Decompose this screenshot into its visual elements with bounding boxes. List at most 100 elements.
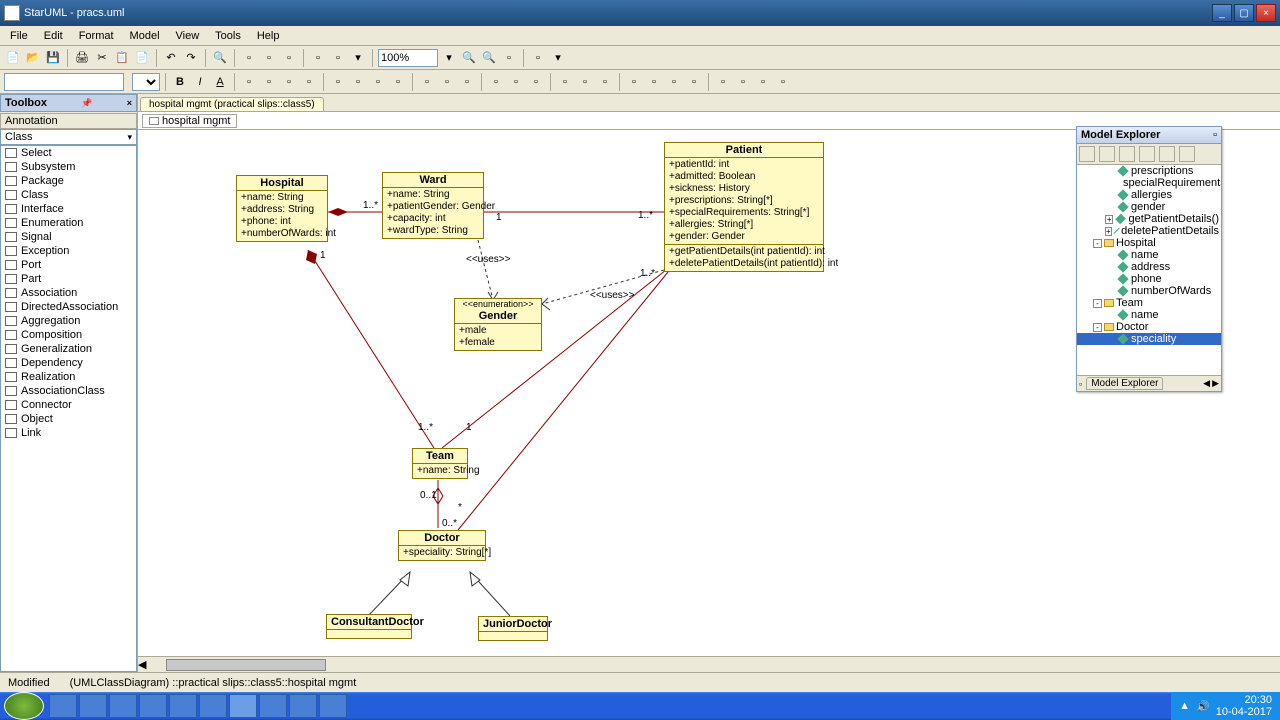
- close-icon[interactable]: ×: [127, 98, 132, 108]
- tool-icon[interactable]: ▫: [240, 49, 258, 67]
- tool-icon[interactable]: ▫: [369, 73, 387, 91]
- toolbox-item-port[interactable]: Port: [1, 258, 136, 272]
- class-ward[interactable]: Ward +name: String +patientGender: Gende…: [382, 172, 484, 239]
- model-explorer-header[interactable]: Model Explorer ▫: [1077, 127, 1221, 144]
- class-hospital[interactable]: Hospital +name: String +address: String …: [236, 175, 328, 242]
- tool-icon[interactable]: ▫: [685, 73, 703, 91]
- dropdown-icon[interactable]: ▾: [127, 132, 132, 143]
- align-icon[interactable]: ▫: [240, 73, 258, 91]
- close-button[interactable]: ×: [1256, 4, 1276, 22]
- toolbox-item-aggregation[interactable]: Aggregation: [1, 314, 136, 328]
- tray-icon[interactable]: ▲: [1179, 700, 1190, 712]
- taskbar-explorer-icon[interactable]: [79, 694, 107, 718]
- toolbox-item-realization[interactable]: Realization: [1, 370, 136, 384]
- tree-node[interactable]: -Team: [1077, 297, 1221, 309]
- toolbox-item-generalization[interactable]: Generalization: [1, 342, 136, 356]
- dropdown-icon[interactable]: ▾: [549, 49, 567, 67]
- tool-icon[interactable]: ▫: [418, 73, 436, 91]
- menu-edit[interactable]: Edit: [36, 28, 71, 44]
- model-explorer-panel[interactable]: Model Explorer ▫ prescriptionsspecialReq…: [1076, 126, 1222, 392]
- toolbox-category-class[interactable]: Class ▾: [0, 129, 137, 145]
- toolbox-item-package[interactable]: Package: [1, 174, 136, 188]
- tool-icon[interactable]: ▫: [329, 49, 347, 67]
- tray-icon[interactable]: 🔊: [1196, 700, 1210, 713]
- tree-node[interactable]: phone: [1077, 273, 1221, 285]
- tool-icon[interactable]: ▫: [625, 73, 643, 91]
- taskbar-app-icon[interactable]: [319, 694, 347, 718]
- font-select[interactable]: [132, 73, 160, 91]
- copy-icon[interactable]: 📋: [113, 49, 131, 67]
- model-explorer-tree[interactable]: prescriptionsspecialRequirementsallergie…: [1077, 165, 1221, 375]
- toolbox-item-part[interactable]: Part: [1, 272, 136, 286]
- tool-icon[interactable]: [1079, 146, 1095, 162]
- tool-icon[interactable]: ▫: [754, 73, 772, 91]
- align-icon[interactable]: ▫: [260, 73, 278, 91]
- taskbar-ie-icon[interactable]: [49, 694, 77, 718]
- menu-format[interactable]: Format: [71, 28, 122, 44]
- italic-icon[interactable]: I: [191, 73, 209, 91]
- sub-tab[interactable]: hospital mgmt: [142, 114, 237, 128]
- tool-icon[interactable]: ▫: [596, 73, 614, 91]
- tree-node[interactable]: +getPatientDetails(): [1077, 213, 1221, 225]
- find-icon[interactable]: 🔍: [211, 49, 229, 67]
- tool-icon[interactable]: ▫: [487, 73, 505, 91]
- tree-node[interactable]: name: [1077, 249, 1221, 261]
- toolbox-item-directedassociation[interactable]: DirectedAssociation: [1, 300, 136, 314]
- toolbox-item-signal[interactable]: Signal: [1, 230, 136, 244]
- zoom-in-icon[interactable]: 🔍: [460, 49, 478, 67]
- toolbox-item-interface[interactable]: Interface: [1, 202, 136, 216]
- tool-icon[interactable]: ▫: [438, 73, 456, 91]
- bold-icon[interactable]: B: [171, 73, 189, 91]
- tool-icon[interactable]: ▫: [734, 73, 752, 91]
- class-consultantdoctor[interactable]: ConsultantDoctor: [326, 614, 412, 639]
- toolbox-item-dependency[interactable]: Dependency: [1, 356, 136, 370]
- tool-icon[interactable]: [1099, 146, 1115, 162]
- taskbar-staruml-icon[interactable]: [229, 694, 257, 718]
- zoom-out-icon[interactable]: 🔍: [480, 49, 498, 67]
- tool-icon[interactable]: [1139, 146, 1155, 162]
- class-gender[interactable]: <<enumeration>> Gender +male +female: [454, 298, 542, 351]
- tree-node[interactable]: prescriptions: [1077, 165, 1221, 177]
- underline-icon[interactable]: A: [211, 73, 229, 91]
- scroll-left-icon[interactable]: ◀: [138, 658, 146, 671]
- menu-view[interactable]: View: [168, 28, 208, 44]
- align-icon[interactable]: ▫: [300, 73, 318, 91]
- paste-icon[interactable]: 📄: [133, 49, 151, 67]
- taskbar-app-icon[interactable]: [259, 694, 287, 718]
- horizontal-scrollbar[interactable]: ◀: [138, 656, 1280, 672]
- cut-icon[interactable]: ✂: [93, 49, 111, 67]
- expand-icon[interactable]: -: [1093, 239, 1102, 248]
- tool-icon[interactable]: ▫: [665, 73, 683, 91]
- dropdown-icon[interactable]: ▾: [349, 49, 367, 67]
- class-doctor[interactable]: Doctor +speciality: String[*]: [398, 530, 486, 561]
- taskbar-app-icon[interactable]: [289, 694, 317, 718]
- taskbar-app-icon[interactable]: [139, 694, 167, 718]
- open-icon[interactable]: 📂: [24, 49, 42, 67]
- expand-icon[interactable]: -: [1093, 323, 1102, 332]
- tree-node[interactable]: address: [1077, 261, 1221, 273]
- scroll-right-icon[interactable]: ▶: [1212, 378, 1219, 389]
- minimize-button[interactable]: _: [1212, 4, 1232, 22]
- expand-icon[interactable]: +: [1105, 215, 1113, 224]
- menu-help[interactable]: Help: [249, 28, 288, 44]
- tool-icon[interactable]: ▫: [280, 49, 298, 67]
- toolbox-item-class[interactable]: Class: [1, 188, 136, 202]
- tree-node[interactable]: gender: [1077, 201, 1221, 213]
- tool-icon[interactable]: ▫: [458, 73, 476, 91]
- tree-node[interactable]: speciality: [1077, 333, 1221, 345]
- align-icon[interactable]: ▫: [280, 73, 298, 91]
- toolbox-item-association[interactable]: Association: [1, 286, 136, 300]
- zoom-dd-icon[interactable]: ▾: [440, 49, 458, 67]
- undo-icon[interactable]: ↶: [162, 49, 180, 67]
- tree-node[interactable]: specialRequirements: [1077, 177, 1221, 189]
- pin-icon[interactable]: 📌: [81, 98, 92, 109]
- tool-icon[interactable]: ▫: [507, 73, 525, 91]
- tool-icon[interactable]: ▫: [349, 73, 367, 91]
- toolbox-item-connector[interactable]: Connector: [1, 398, 136, 412]
- class-team[interactable]: Team +name: String: [412, 448, 468, 479]
- taskbar-chrome-icon[interactable]: [199, 694, 227, 718]
- print-icon[interactable]: 🖨: [73, 49, 91, 67]
- tree-node[interactable]: -Hospital: [1077, 237, 1221, 249]
- toolbox-item-composition[interactable]: Composition: [1, 328, 136, 342]
- tool-icon[interactable]: ▫: [714, 73, 732, 91]
